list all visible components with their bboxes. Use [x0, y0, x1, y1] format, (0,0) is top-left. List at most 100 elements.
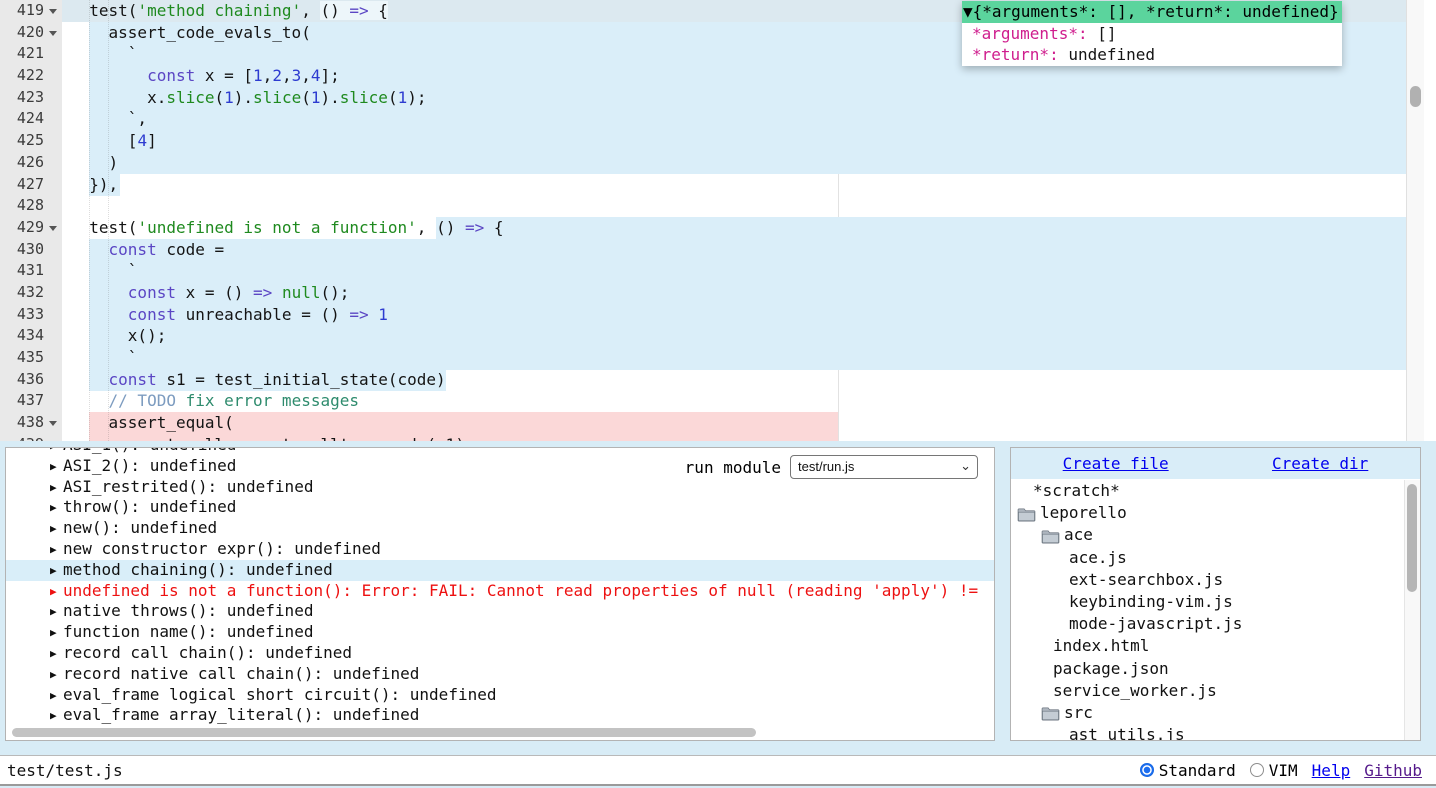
- github-link[interactable]: Github: [1364, 761, 1422, 780]
- code-line[interactable]: 431 `: [0, 260, 1436, 282]
- file-tree: *scratch*leporelloaceace.jsext-searchbox…: [1011, 480, 1420, 740]
- help-link[interactable]: Help: [1312, 761, 1351, 780]
- test-result-item[interactable]: ▶record native call chain(): undefined: [6, 664, 994, 685]
- test-result-item[interactable]: ▶throw(): undefined: [6, 497, 994, 518]
- test-result-item[interactable]: ▶undefined is not a function(): Error: F…: [6, 581, 994, 602]
- expand-arrow-icon[interactable]: ▶: [50, 686, 63, 707]
- line-number: 426: [0, 152, 44, 174]
- test-result-item[interactable]: ▶eval_frame logical short circuit(): und…: [6, 685, 994, 706]
- test-result-item[interactable]: ▶method chaining(): undefined: [6, 560, 994, 581]
- tree-scrollbar-thumb[interactable]: [1407, 484, 1417, 592]
- expand-arrow-icon[interactable]: ▶: [50, 644, 63, 665]
- keybinding-vim-option[interactable]: VIM: [1250, 761, 1298, 780]
- expand-arrow-icon[interactable]: ▶: [50, 582, 63, 603]
- tooltip-entry[interactable]: *arguments*: []: [962, 23, 1342, 45]
- code-line[interactable]: 439 const call = root_calltree_node(s1): [0, 434, 1436, 441]
- fold-icon[interactable]: [49, 226, 57, 231]
- expand-arrow-icon[interactable]: ▶: [50, 519, 63, 540]
- expand-arrow-icon[interactable]: ▶: [50, 706, 63, 727]
- code-line[interactable]: 425 [4]: [0, 130, 1436, 152]
- tree-file[interactable]: ace.js: [1011, 547, 1420, 569]
- keybinding-standard-option[interactable]: Standard: [1140, 761, 1236, 780]
- code-text: }),: [70, 174, 118, 196]
- code-line[interactable]: 437 // TODO fix error messages: [0, 390, 1436, 412]
- expander-icon[interactable]: ▼: [963, 2, 973, 21]
- tree-folder[interactable]: leporello: [1011, 502, 1420, 524]
- test-result-item[interactable]: ▶eval_frame array_literal(): undefined: [6, 705, 994, 726]
- tree-file[interactable]: package.json: [1011, 658, 1420, 680]
- expand-arrow-icon[interactable]: ▶: [50, 623, 63, 644]
- code-line[interactable]: 436 const s1 = test_initial_state(code): [0, 369, 1436, 391]
- results-hscrollbar-thumb[interactable]: [12, 728, 756, 737]
- code-text: `: [70, 43, 137, 65]
- code-line[interactable]: 424 `,: [0, 108, 1436, 130]
- code-text: // TODO fix error messages: [70, 390, 359, 412]
- radio-vim-label: VIM: [1269, 761, 1298, 780]
- line-number: 422: [0, 65, 44, 87]
- tooltip-entry[interactable]: *return*: undefined: [962, 44, 1342, 66]
- tree-file[interactable]: index.html: [1011, 635, 1420, 657]
- create-file-link[interactable]: Create file: [1063, 454, 1169, 473]
- tree-item-label: ace.js: [1069, 547, 1127, 569]
- test-result-item[interactable]: ▶function name(): undefined: [6, 622, 994, 643]
- code-line[interactable]: 433 const unreachable = () => 1: [0, 304, 1436, 326]
- code-line[interactable]: 429 test('undefined is not a function', …: [0, 217, 1436, 239]
- fold-icon[interactable]: [49, 9, 57, 14]
- line-number: 430: [0, 239, 44, 261]
- test-result-item[interactable]: ▶new constructor expr(): undefined: [6, 539, 994, 560]
- expand-arrow-icon[interactable]: ▶: [50, 498, 63, 519]
- tree-scrollbar[interactable]: [1404, 480, 1420, 740]
- current-file-path: test/test.js: [7, 761, 123, 780]
- tree-file[interactable]: *scratch*: [1011, 480, 1420, 502]
- editor-scrollbar[interactable]: [1406, 0, 1424, 441]
- folder-icon: [1041, 528, 1060, 543]
- code-line[interactable]: 423 x.slice(1).slice(1).slice(1);: [0, 87, 1436, 109]
- tooltip-header-text: {*arguments*: [], *return*: undefined}: [973, 2, 1339, 21]
- tree-file[interactable]: mode-javascript.js: [1011, 613, 1420, 635]
- code-line[interactable]: 435 `: [0, 347, 1436, 369]
- tooltip-header[interactable]: ▼{*arguments*: [], *return*: undefined}: [962, 1, 1342, 23]
- tree-file[interactable]: keybinding-vim.js: [1011, 591, 1420, 613]
- run-module-select[interactable]: test/run.js⌄: [790, 455, 978, 479]
- tooltip-key: *arguments*:: [972, 24, 1088, 43]
- line-number: 433: [0, 304, 44, 326]
- tree-file[interactable]: ast_utils.js: [1011, 724, 1420, 740]
- expand-arrow-icon[interactable]: ▶: [50, 540, 63, 561]
- code-text: const call = root_calltree_node(s1): [70, 434, 465, 441]
- code-line[interactable]: 426 ): [0, 152, 1436, 174]
- create-dir-link[interactable]: Create dir: [1272, 454, 1368, 473]
- test-result-item[interactable]: ▶ASI_restrited(): undefined: [6, 477, 994, 498]
- expand-arrow-icon[interactable]: ▶: [50, 561, 63, 582]
- expand-arrow-icon[interactable]: ▶: [50, 602, 63, 623]
- tree-file[interactable]: service_worker.js: [1011, 680, 1420, 702]
- radio-standard[interactable]: [1140, 763, 1154, 777]
- run-module-label: run module: [685, 458, 781, 477]
- code-line[interactable]: 428: [0, 195, 1436, 217]
- code-text: assert_code_evals_to(: [70, 22, 311, 44]
- code-line[interactable]: 438 assert_equal(: [0, 412, 1436, 434]
- code-line[interactable]: 432 const x = () => null();: [0, 282, 1436, 304]
- radio-vim[interactable]: [1250, 763, 1264, 777]
- code-text: ): [70, 152, 118, 174]
- fold-icon[interactable]: [49, 421, 57, 426]
- code-line[interactable]: 434 x();: [0, 325, 1436, 347]
- expand-arrow-icon[interactable]: ▶: [50, 665, 63, 686]
- code-editor[interactable]: 419 test('method chaining', () => {420 a…: [0, 0, 1436, 441]
- test-result-item[interactable]: ▶native throws(): undefined: [6, 601, 994, 622]
- expand-arrow-icon[interactable]: ▶: [50, 478, 63, 499]
- code-line[interactable]: 430 const code =: [0, 239, 1436, 261]
- tree-file[interactable]: ext-searchbox.js: [1011, 569, 1420, 591]
- test-result-item[interactable]: ▶record call chain(): undefined: [6, 643, 994, 664]
- tree-folder[interactable]: src: [1011, 702, 1420, 724]
- value-tooltip: ▼{*arguments*: [], *return*: undefined} …: [962, 1, 1342, 66]
- fold-icon[interactable]: [49, 31, 57, 36]
- tree-item-label: src: [1064, 702, 1093, 724]
- code-line[interactable]: 422 const x = [1,2,3,4];: [0, 65, 1436, 87]
- line-number: 437: [0, 390, 44, 412]
- code-line[interactable]: 427 }),: [0, 174, 1436, 196]
- expand-arrow-icon[interactable]: ▶: [50, 457, 63, 478]
- test-result-item[interactable]: ▶new(): undefined: [6, 518, 994, 539]
- test-result-label: record call chain(): undefined: [63, 643, 352, 662]
- editor-scrollbar-thumb[interactable]: [1410, 86, 1421, 107]
- tree-folder[interactable]: ace: [1011, 524, 1420, 546]
